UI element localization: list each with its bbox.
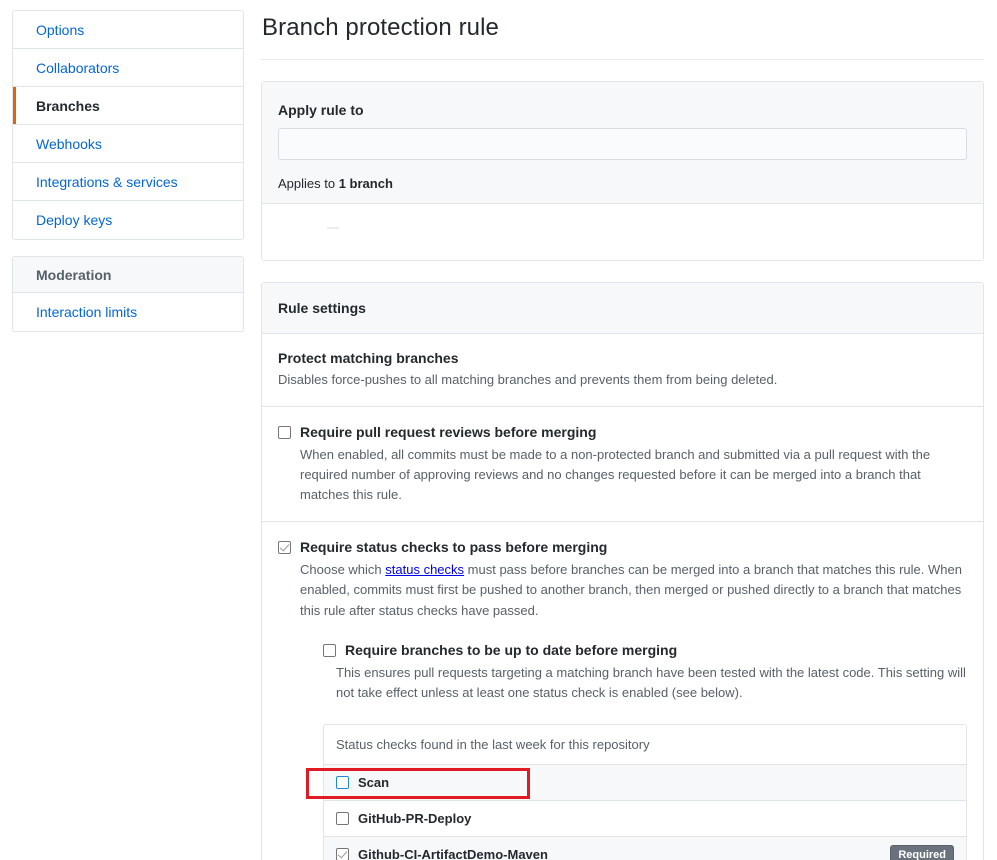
status-check-name: Scan: [358, 775, 389, 790]
sidebar-item-deploy-keys[interactable]: Deploy keys: [13, 201, 243, 239]
protect-matching-branches-row: Protect matching branches Disables force…: [262, 334, 983, 407]
placeholder-dash-icon: [327, 227, 339, 229]
require-status-checks-desc: Choose which status checks must pass bef…: [300, 560, 967, 620]
branch-name-pattern-input[interactable]: [278, 128, 967, 160]
settings-page: Options Collaborators Branches Webhooks …: [0, 0, 997, 860]
applies-to-note: Applies to 1 branch: [278, 176, 967, 191]
status-checks-link[interactable]: status checks: [385, 562, 464, 577]
status-check-name: Github-CI-ArtifactDemo-Maven: [358, 847, 548, 860]
status-check-row-github-ci-artifactdemo-maven[interactable]: Github-CI-ArtifactDemo-Maven Required: [324, 837, 966, 860]
status-check-checkbox-github-ci-artifactdemo-maven[interactable]: [336, 848, 349, 860]
require-pull-request-reviews-label: Require pull request reviews before merg…: [300, 423, 967, 442]
status-check-checkbox-scan[interactable]: [336, 776, 349, 789]
sidebar-group-primary: Options Collaborators Branches Webhooks …: [12, 10, 244, 240]
sidebar-item-interaction-limits[interactable]: Interaction limits: [13, 293, 243, 331]
require-status-checks-checkbox[interactable]: [278, 541, 291, 554]
status-check-checkbox-github-pr-deploy[interactable]: [336, 812, 349, 825]
sidebar-item-label: Branches: [36, 98, 100, 114]
require-pull-request-reviews-row: Require pull request reviews before merg…: [262, 407, 983, 522]
rule-settings-header: Rule settings: [262, 283, 983, 334]
require-pull-request-reviews-desc: When enabled, all commits must be made t…: [300, 445, 967, 505]
status-badge-required: Required: [890, 845, 954, 860]
sidebar-group-moderation: Moderation Interaction limits: [12, 256, 244, 332]
main-content: Branch protection rule Apply rule to App…: [261, 0, 984, 860]
require-branches-up-to-date-checkbox[interactable]: [323, 644, 336, 657]
require-branches-up-to-date-label: Require branches to be up to date before…: [345, 641, 967, 660]
require-status-checks-desc-part1: Choose which: [300, 562, 385, 577]
apply-rule-body: [262, 204, 983, 260]
sidebar-item-label: Deploy keys: [36, 212, 112, 228]
apply-rule-card: Apply rule to Applies to 1 branch: [261, 81, 984, 261]
sidebar-item-branches[interactable]: Branches: [13, 87, 243, 125]
require-pull-request-reviews-checkbox[interactable]: [278, 426, 291, 439]
status-checks-list-header: Status checks found in the last week for…: [324, 725, 966, 765]
sidebar-item-label: Options: [36, 22, 84, 38]
rule-settings-card: Rule settings Protect matching branches …: [261, 282, 984, 860]
applies-to-count: 1 branch: [339, 176, 393, 191]
require-status-checks-label: Require status checks to pass before mer…: [300, 538, 967, 557]
sidebar-item-label: Webhooks: [36, 136, 102, 152]
apply-rule-header: Apply rule to Applies to 1 branch: [262, 82, 983, 204]
protect-matching-branches-title: Protect matching branches: [278, 350, 967, 366]
sidebar-item-options[interactable]: Options: [13, 11, 243, 49]
protect-matching-branches-desc: Disables force-pushes to all matching br…: [278, 370, 967, 390]
sidebar-item-webhooks[interactable]: Webhooks: [13, 125, 243, 163]
status-check-row-scan[interactable]: Scan: [324, 765, 966, 801]
page-title: Branch protection rule: [261, 0, 984, 60]
sidebar-group-header-moderation: Moderation: [13, 257, 243, 293]
settings-sidebar: Options Collaborators Branches Webhooks …: [12, 10, 244, 332]
applies-to-prefix: Applies to: [278, 176, 339, 191]
apply-rule-label: Apply rule to: [278, 102, 967, 118]
require-status-checks-row: Require status checks to pass before mer…: [262, 522, 983, 860]
sidebar-item-integrations-services[interactable]: Integrations & services: [13, 163, 243, 201]
sidebar-item-collaborators[interactable]: Collaborators: [13, 49, 243, 87]
sidebar-item-label: Interaction limits: [36, 304, 137, 320]
require-branches-up-to-date-desc: This ensures pull requests targeting a m…: [323, 663, 967, 703]
sidebar-item-label: Collaborators: [36, 60, 119, 76]
require-up-to-date-block: Require branches to be up to date before…: [300, 641, 967, 703]
status-check-row-github-pr-deploy[interactable]: GitHub-PR-Deploy: [324, 801, 966, 837]
status-checks-list: Status checks found in the last week for…: [323, 724, 967, 860]
status-check-name: GitHub-PR-Deploy: [358, 811, 471, 826]
sidebar-item-label: Integrations & services: [36, 174, 178, 190]
